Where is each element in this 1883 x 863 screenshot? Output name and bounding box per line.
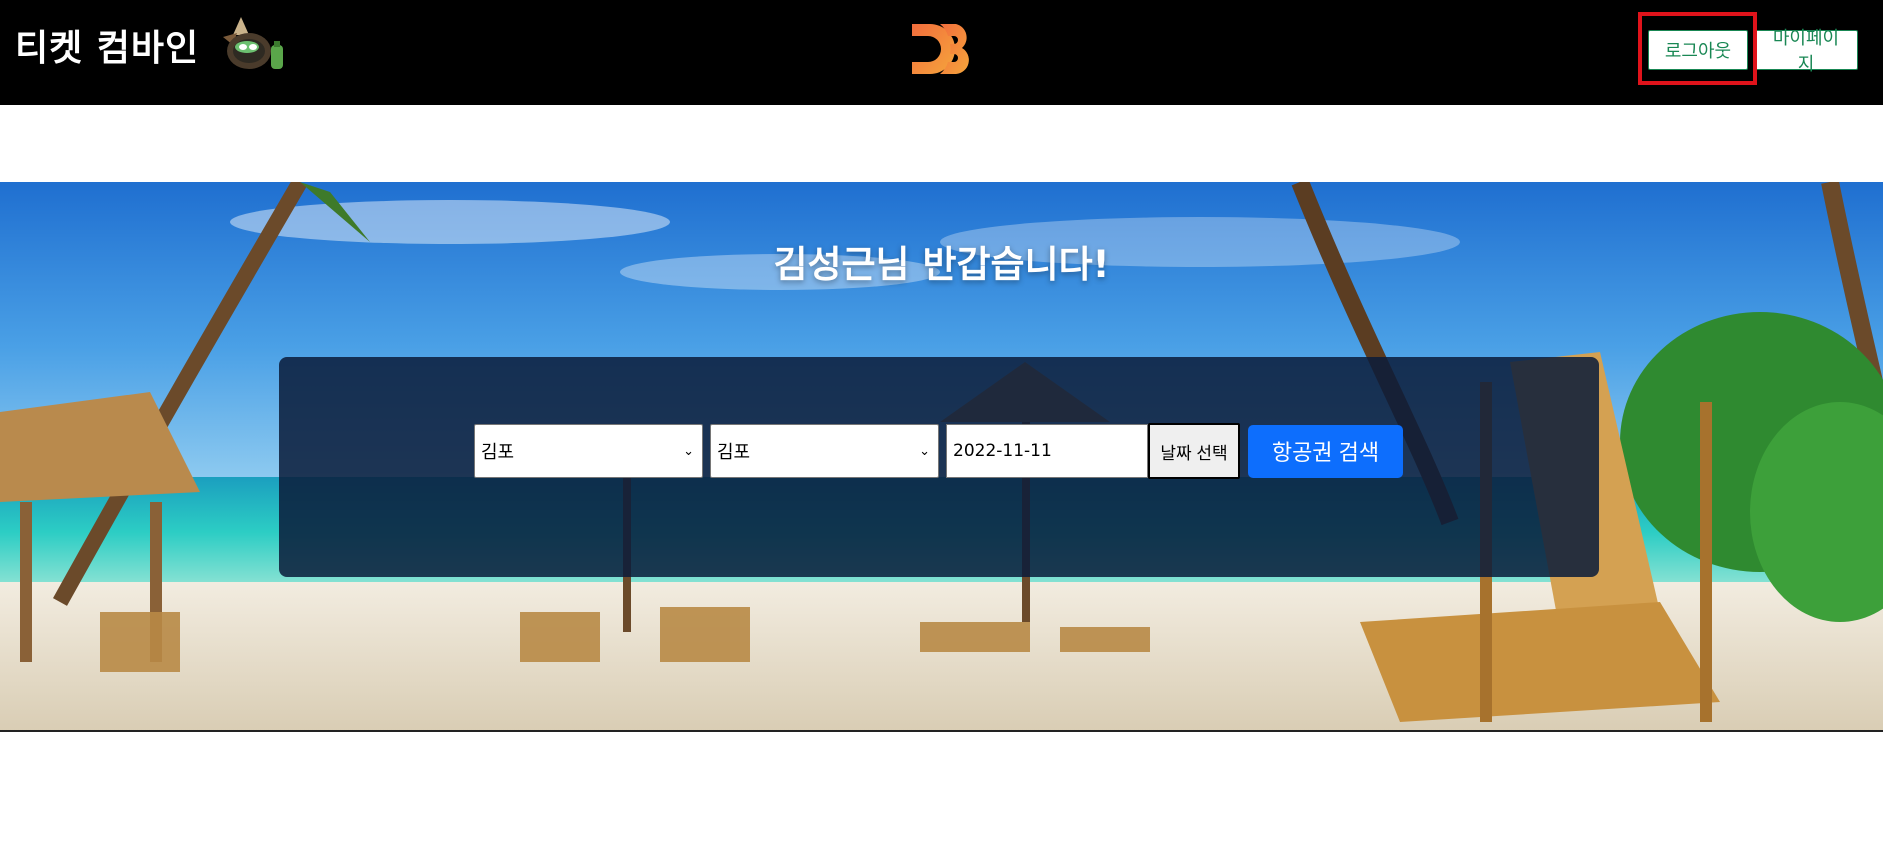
mypage-button[interactable]: 마이페이지 bbox=[1754, 28, 1858, 75]
flight-search-button[interactable]: 항공권 검색 bbox=[1248, 424, 1403, 478]
departure-select[interactable]: 김포 ⌄ bbox=[474, 424, 703, 478]
welcome-greeting: 김성근님 반갑습니다! bbox=[773, 243, 1110, 286]
auth-button-group: 로그아웃 마이페이지 bbox=[1648, 28, 1858, 75]
departure-value: 김포 bbox=[481, 442, 515, 463]
logout-button[interactable]: 로그아웃 bbox=[1648, 30, 1748, 70]
top-navbar: 티켓 컴바인 로그아웃 마이페이지 bbox=[0, 0, 1883, 105]
flight-search-form: 김포 ⌄ 김포 ⌄ 2022-11-11 날짜 선택 항공권 검색 bbox=[474, 423, 1403, 479]
flight-search-panel: 김포 ⌄ 김포 ⌄ 2022-11-11 날짜 선택 항공권 검색 bbox=[279, 357, 1599, 577]
hero-banner: 김성근님 반갑습니다! 김포 ⌄ 김포 ⌄ 2022-11-11 날짜 선택 항… bbox=[0, 182, 1883, 732]
date-select-button[interactable]: 날짜 선택 bbox=[1148, 423, 1240, 479]
d3-logo-icon[interactable] bbox=[910, 20, 972, 78]
arrival-value: 김포 bbox=[717, 442, 751, 463]
goblin-mascot-icon bbox=[223, 17, 284, 69]
date-value: 2022-11-11 bbox=[953, 441, 1052, 461]
date-input[interactable]: 2022-11-11 bbox=[946, 424, 1148, 478]
arrival-select[interactable]: 김포 ⌄ bbox=[710, 424, 939, 478]
chevron-down-icon: ⌄ bbox=[683, 443, 694, 459]
brand-title: 티켓 컴바인 bbox=[15, 28, 200, 69]
chevron-down-icon: ⌄ bbox=[919, 443, 930, 459]
brand-home-link[interactable]: 티켓 컴바인 bbox=[15, 17, 289, 70]
